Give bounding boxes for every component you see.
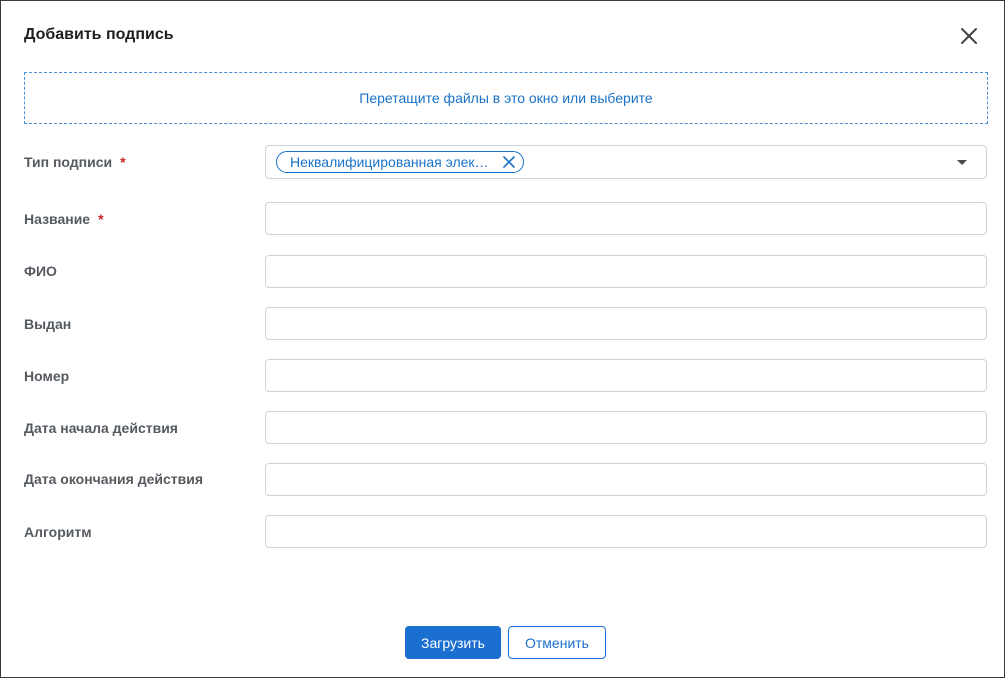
valid-to-input[interactable] xyxy=(265,463,987,496)
number-input[interactable] xyxy=(265,359,987,392)
valid-from-input[interactable] xyxy=(265,411,987,444)
number-label: Номер xyxy=(24,368,70,384)
name-input[interactable] xyxy=(265,202,987,235)
algorithm-label: Алгоритм xyxy=(24,524,92,540)
name-label: Название * xyxy=(24,211,104,227)
fio-label: ФИО xyxy=(24,263,57,279)
dialog-title: Добавить подпись xyxy=(24,26,174,43)
required-mark: * xyxy=(120,154,126,170)
close-button[interactable] xyxy=(959,26,979,46)
upload-button[interactable]: Загрузить xyxy=(405,626,501,659)
cancel-button[interactable]: Отменить xyxy=(508,626,606,659)
add-signature-dialog: Добавить подпись Перетащите файлы в это … xyxy=(0,0,1005,678)
valid-from-label: Дата начала действия xyxy=(24,420,178,436)
selected-chip: Неквалифицированная элек… xyxy=(276,151,524,173)
signature-type-select[interactable]: Неквалифицированная элек… xyxy=(265,145,987,179)
fio-input[interactable] xyxy=(265,255,987,288)
issued-by-label: Выдан xyxy=(24,316,72,332)
algorithm-input[interactable] xyxy=(265,515,987,548)
chevron-down-icon xyxy=(957,160,967,165)
signature-type-label: Тип подписи * xyxy=(24,154,126,170)
close-icon xyxy=(961,28,977,44)
chip-label: Неквалифицированная элек… xyxy=(290,154,489,170)
chip-remove-icon[interactable] xyxy=(502,156,515,168)
valid-to-label: Дата окончания действия xyxy=(24,471,204,487)
file-dropzone[interactable]: Перетащите файлы в это окно или выберите xyxy=(24,72,988,124)
required-mark: * xyxy=(98,211,104,227)
issued-by-input[interactable] xyxy=(265,307,987,340)
dropzone-text: Перетащите файлы в это окно или выберите xyxy=(359,90,653,106)
